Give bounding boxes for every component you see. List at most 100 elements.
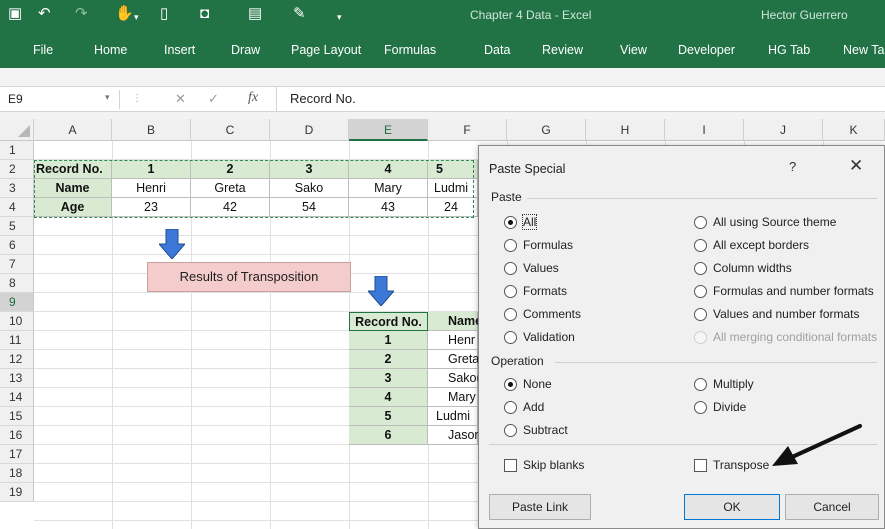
skip-blanks-checkbox[interactable] (504, 459, 517, 472)
brush-icon[interactable]: ✎ (293, 5, 306, 23)
spreadsheet-icon[interactable]: ▤ (248, 5, 262, 23)
column-header-b[interactable]: B (112, 119, 191, 141)
row-header[interactable]: 7 (0, 255, 34, 274)
column-header-e[interactable]: E (349, 119, 428, 141)
table-cell[interactable]: Age (34, 198, 112, 217)
row-header[interactable]: 19 (0, 483, 34, 502)
radio-values-and-number-formats[interactable] (694, 308, 707, 321)
camera-icon[interactable]: ◘ (200, 5, 209, 23)
table-cell[interactable]: Record No. (34, 160, 112, 179)
radio-multiply[interactable] (694, 378, 707, 391)
table-header-cell[interactable]: Record No. (349, 312, 428, 331)
tab-view[interactable]: View (620, 43, 647, 57)
chevron-down-icon[interactable]: ▾ (134, 8, 139, 26)
table-cell[interactable]: 23 (112, 198, 191, 217)
row-header[interactable]: 14 (0, 388, 34, 407)
tab-insert[interactable]: Insert (164, 43, 195, 57)
radio-values-label[interactable]: Values (523, 261, 559, 275)
table-cell[interactable]: Mary (428, 388, 478, 407)
radio-multiply-label[interactable]: Multiply (713, 377, 754, 391)
row-header[interactable]: 17 (0, 445, 34, 464)
radio-divide[interactable] (694, 401, 707, 414)
table-cell[interactable]: 1 (349, 331, 428, 350)
column-header-k[interactable]: K (823, 119, 885, 141)
radio-all[interactable] (504, 216, 517, 229)
help-button[interactable]: ? (789, 159, 796, 174)
radio-formulas[interactable] (504, 239, 517, 252)
skip-blanks-label[interactable]: Skip blanks (523, 458, 584, 472)
table-cell[interactable]: Name (34, 179, 112, 198)
row-header[interactable]: 3 (0, 179, 34, 198)
table-cell[interactable]: Henri (112, 179, 191, 198)
undo-icon[interactable]: ↶ (38, 5, 51, 23)
table-cell[interactable]: 4 (349, 160, 428, 179)
tab-page-layout[interactable]: Page Layout (291, 43, 361, 57)
radio-all-using-source-theme[interactable] (694, 216, 707, 229)
radio-formats-label[interactable]: Formats (523, 284, 567, 298)
radio-add[interactable] (504, 401, 517, 414)
enter-icon[interactable]: ✓ (208, 91, 219, 107)
row-header[interactable]: 5 (0, 217, 34, 236)
chevron-down-icon[interactable]: ▾ (105, 92, 110, 103)
row-header[interactable]: 6 (0, 236, 34, 255)
radio-values-and-number-formats-label[interactable]: Values and number formats (713, 307, 860, 321)
table-cell[interactable]: 1 (112, 160, 191, 179)
radio-validation-label[interactable]: Validation (523, 330, 575, 344)
touch-mode-icon[interactable]: ✋ (115, 5, 134, 23)
table-cell[interactable]: 5 (428, 160, 478, 179)
row-header[interactable]: 8 (0, 274, 34, 293)
radio-all-using-source-theme-label[interactable]: All using Source theme (713, 215, 836, 229)
column-header-h[interactable]: H (586, 119, 665, 141)
name-box[interactable]: E9 (2, 90, 120, 109)
row-header[interactable]: 11 (0, 331, 34, 350)
radio-formulas-label[interactable]: Formulas (523, 238, 573, 252)
table-cell[interactable]: 4 (349, 388, 428, 407)
radio-divide-label[interactable]: Divide (713, 400, 746, 414)
save-icon[interactable]: ▣ (8, 5, 22, 23)
tab-file[interactable]: File (33, 43, 53, 57)
user-name[interactable]: Hector Guerrero (761, 8, 848, 22)
close-button[interactable]: ✕ (849, 156, 863, 176)
table-cell[interactable]: 6 (349, 426, 428, 445)
radio-all-label[interactable]: All (521, 214, 538, 230)
row-header[interactable]: 2 (0, 160, 34, 179)
column-header-c[interactable]: C (191, 119, 270, 141)
row-header[interactable]: 12 (0, 350, 34, 369)
transpose-label[interactable]: Transpose (713, 458, 769, 472)
paste-link-button[interactable]: Paste Link (489, 494, 591, 520)
table-cell[interactable]: 5 (349, 407, 428, 426)
cancel-button[interactable]: Cancel (785, 494, 879, 520)
row-header[interactable]: 16 (0, 426, 34, 445)
column-header-j[interactable]: J (744, 119, 823, 141)
table-cell[interactable]: Ludmi (428, 407, 478, 426)
cancel-icon[interactable]: ✕ (175, 91, 186, 107)
tab-developer[interactable]: Developer (678, 43, 735, 57)
redo-icon[interactable]: ↷ (75, 5, 88, 23)
tab-new-tab[interactable]: New Ta (843, 43, 884, 57)
radio-column-widths-label[interactable]: Column widths (713, 261, 792, 275)
table-cell[interactable]: Ludmi (428, 179, 478, 198)
row-header[interactable]: 4 (0, 198, 34, 217)
column-header-a[interactable]: A (34, 119, 112, 141)
table-cell[interactable]: Jasor (428, 426, 479, 445)
table-header-cell[interactable]: Name (428, 312, 482, 331)
transpose-checkbox[interactable] (694, 459, 707, 472)
tab-home[interactable]: Home (94, 43, 127, 57)
radio-subtract[interactable] (504, 424, 517, 437)
column-header-f[interactable]: F (428, 119, 507, 141)
table-cell[interactable]: 54 (270, 198, 349, 217)
column-header-g[interactable]: G (507, 119, 586, 141)
table-cell[interactable]: Greta (191, 179, 270, 198)
table-cell[interactable]: Henr (428, 331, 478, 350)
column-header-d[interactable]: D (270, 119, 349, 141)
row-header[interactable]: 1 (0, 141, 34, 160)
radio-formulas-and-number-formats-label[interactable]: Formulas and number formats (713, 284, 874, 298)
ok-button[interactable]: OK (684, 494, 780, 520)
radio-all-except-borders[interactable] (694, 239, 707, 252)
radio-comments[interactable] (504, 308, 517, 321)
table-cell[interactable]: 43 (349, 198, 428, 217)
table-cell[interactable]: 3 (349, 369, 428, 388)
tab-draw[interactable]: Draw (231, 43, 260, 57)
radio-formulas-and-number-formats[interactable] (694, 285, 707, 298)
tab-data[interactable]: Data (484, 43, 510, 57)
